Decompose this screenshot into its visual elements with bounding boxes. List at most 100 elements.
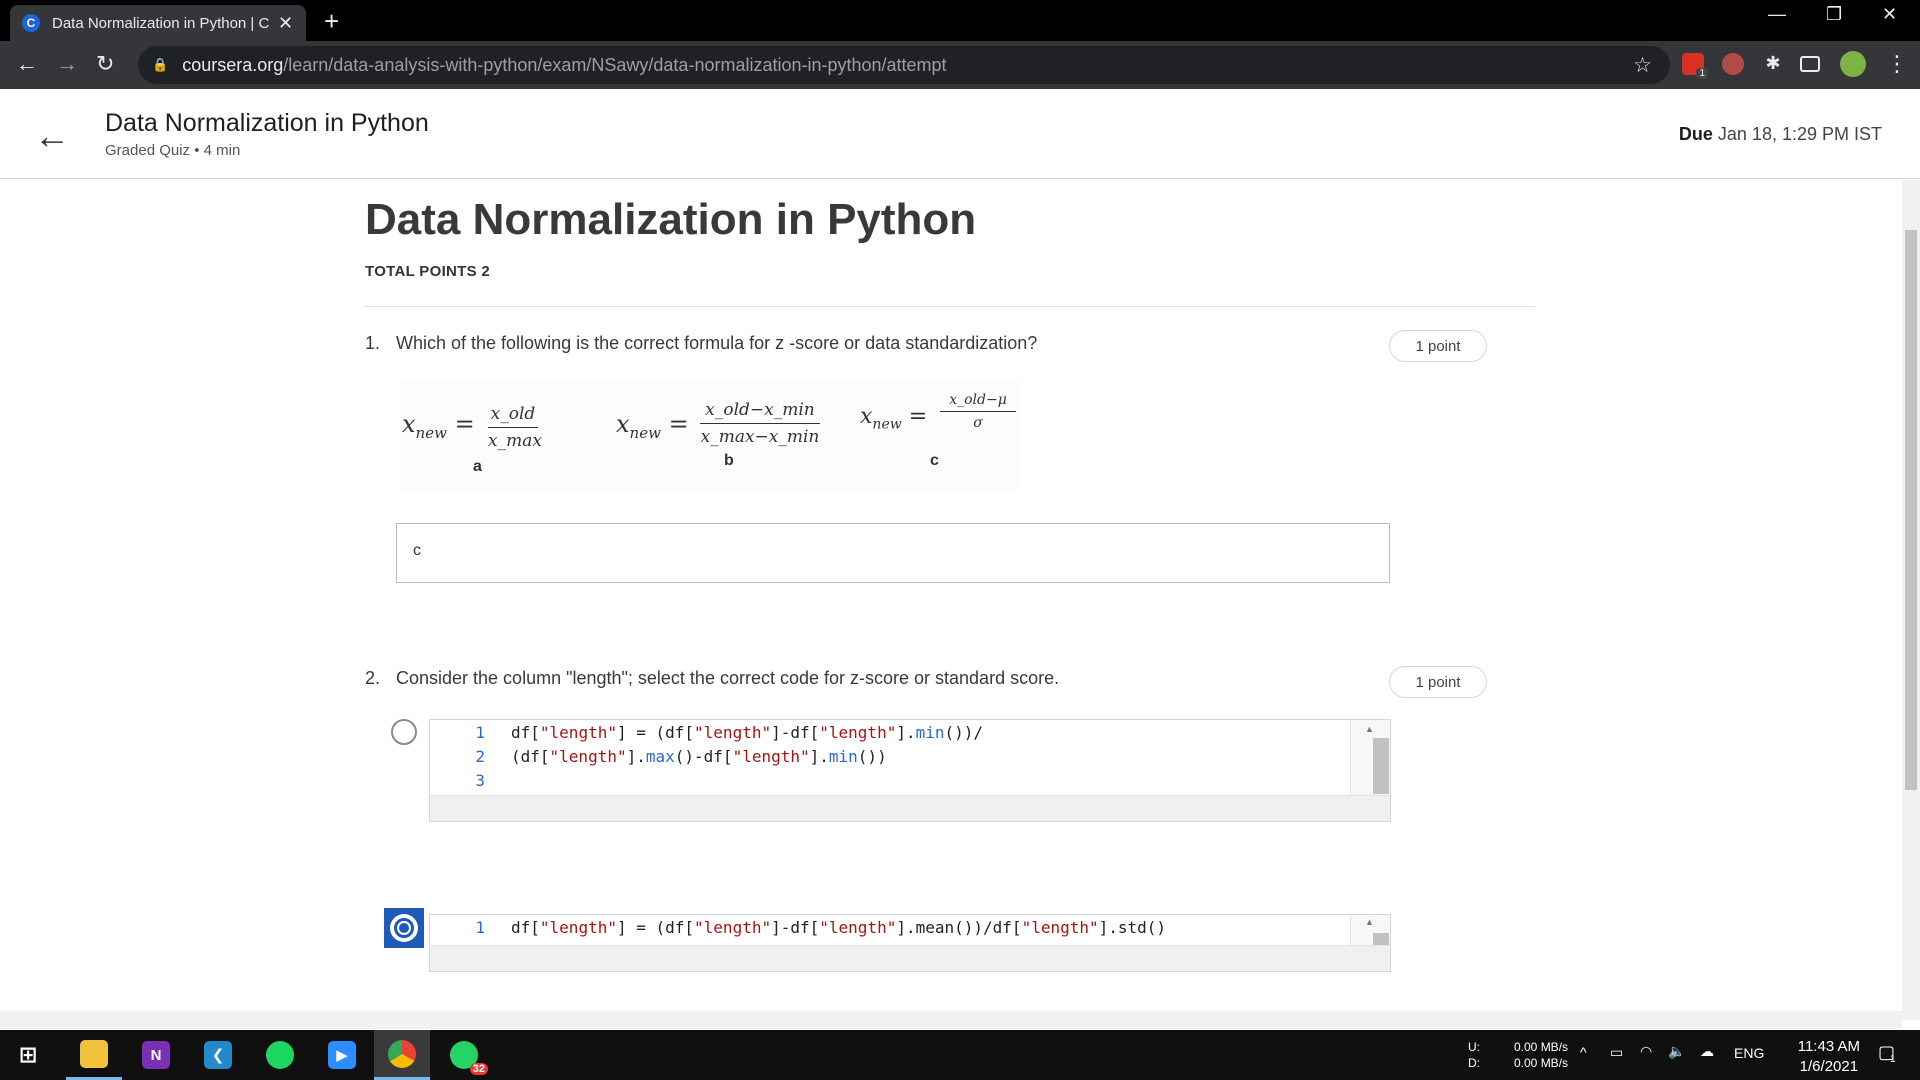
- zoom-icon: ▶: [328, 1041, 356, 1069]
- profile-avatar[interactable]: [1840, 51, 1866, 77]
- forward-icon[interactable]: →: [56, 51, 78, 77]
- header-subtitle: Graded Quiz • 4 min: [105, 142, 241, 159]
- notification-icon[interactable]: ▢ 1: [1878, 1042, 1896, 1065]
- header-title: Data Normalization in Python: [105, 109, 429, 137]
- volume-icon[interactable]: 🔈: [1668, 1043, 1685, 1060]
- address-bar[interactable]: 🔒 coursera.org/learn/data-analysis-with-…: [138, 46, 1670, 84]
- formula-b-label: b: [724, 452, 734, 469]
- due-date: Due Jan 18, 1:29 PM IST: [1679, 124, 1882, 145]
- tray-chevron-icon[interactable]: ^: [1580, 1044, 1587, 1060]
- question-1-text: Which of the following is the correct fo…: [396, 333, 1038, 353]
- option-1-radio[interactable]: [391, 719, 417, 745]
- whatsapp-icon: 32: [450, 1041, 488, 1075]
- formula-b-fraction: x_old−x_min x_max−x_min: [700, 400, 820, 447]
- extensions-puzzle-icon[interactable]: ✱: [1762, 53, 1784, 75]
- option-1-code-scrollbar[interactable]: ▲ ▼: [1350, 720, 1390, 815]
- option-2-radio[interactable]: [384, 908, 424, 948]
- extension-badge: 1: [1696, 68, 1708, 79]
- browser-tab[interactable]: C Data Normalization in Python | C ✕: [10, 5, 306, 41]
- formula-c-fraction: x_old−μ σ: [940, 392, 1016, 431]
- page-horizontal-scrollbar[interactable]: [0, 1011, 1902, 1029]
- net-label: U: D:: [1468, 1040, 1480, 1070]
- code-line: 3: [475, 770, 485, 790]
- url-path: /learn/data-analysis-with-python/exam/NS…: [283, 54, 947, 75]
- question-2-number: 2.: [365, 668, 381, 688]
- close-tab-icon[interactable]: ✕: [278, 13, 293, 34]
- formula-b-lhs: xnew =: [616, 410, 689, 442]
- bookmark-star-icon[interactable]: ☆: [1633, 53, 1652, 78]
- restore-window-icon[interactable]: ❐: [1826, 4, 1842, 25]
- formula-a-lhs: xnew =: [402, 410, 475, 442]
- formula-image: xnew = x_old x_max a xnew = x_old−x_min x_…: [400, 380, 1020, 490]
- taskbar-zoom[interactable]: ▶: [314, 1030, 370, 1080]
- taskbar-vscode[interactable]: ❮: [190, 1030, 246, 1080]
- option-2-code-lines: 1 df["length"] = (df["length"]-df["length…: [430, 915, 1350, 939]
- total-points: TOTAL POINTS 2: [365, 263, 491, 280]
- taskbar-clock[interactable]: 11:43 AM 1/6/2021: [1798, 1037, 1860, 1077]
- option-2-code-editor[interactable]: 1 df["length"] = (df["length"]-df["length…: [429, 914, 1391, 972]
- formula-a-fraction: x_old x_max: [488, 404, 542, 451]
- net-down: 0.00 MB/s: [1514, 1056, 1569, 1070]
- option-1-code-editor[interactable]: 1 df["length"] = (df["length"]-df["length…: [429, 719, 1391, 822]
- close-window-icon[interactable]: ✕: [1882, 4, 1897, 25]
- tab-title: Data Normalization in Python | C: [52, 14, 270, 32]
- option-2-code-footer: [430, 945, 1390, 971]
- browser-menu-icon[interactable]: ⋮: [1886, 51, 1908, 77]
- start-button[interactable]: ⊞: [0, 1030, 56, 1080]
- back-icon[interactable]: ←: [16, 51, 38, 77]
- divider: [365, 306, 1535, 307]
- taskbar-whatsapp[interactable]: 32: [436, 1030, 492, 1080]
- formula-c-label: c: [930, 452, 939, 469]
- coursera-favicon-icon: C: [22, 14, 40, 32]
- code-line: 1 df["length"] = (df["length"]-df["length…: [475, 917, 1167, 937]
- net-up: 0.00 MB/s: [1514, 1040, 1569, 1054]
- option-2-code-scrollbar[interactable]: ▲: [1350, 915, 1390, 947]
- code-line: 1 df["length"] = (df["length"]-df["length…: [475, 722, 984, 742]
- taskbar-onenote[interactable]: N: [128, 1030, 184, 1080]
- spotify-icon: [266, 1041, 294, 1069]
- language-indicator[interactable]: ENG: [1734, 1045, 1764, 1061]
- option-1-code-lines: 1 df["length"] = (df["length"]-df["length…: [430, 720, 1350, 792]
- due-label: Due: [1678, 124, 1713, 144]
- answer-text-input[interactable]: c: [396, 523, 1390, 583]
- taskbar-file-explorer[interactable]: [66, 1030, 122, 1080]
- due-value: Jan 18, 1:29 PM IST: [1717, 124, 1882, 144]
- code-line: 2 (df["length"].max()-df["length"].min()): [475, 746, 887, 766]
- browser-tab-bar: C Data Normalization in Python | C ✕ + —…: [0, 0, 1920, 41]
- option-1-code-footer: [430, 795, 1390, 821]
- question-1-number: 1.: [365, 333, 381, 353]
- page-vertical-scrollbar[interactable]: [1902, 180, 1920, 1020]
- windows-taskbar: ⊞ N ❮ ▶ 32 U: D: 0.00 MB/s 0.00 MB/s ^ ▭ …: [0, 1030, 1920, 1080]
- cast-icon[interactable]: [1800, 56, 1820, 72]
- reload-icon[interactable]: ↻: [96, 51, 114, 77]
- question-2-text: Consider the column "length"; select the…: [396, 668, 1060, 688]
- taskbar-chrome[interactable]: [374, 1030, 430, 1080]
- notification-count: 1: [1890, 1054, 1896, 1065]
- formula-c-lhs: xnew =: [860, 404, 928, 433]
- wifi-icon[interactable]: ◠: [1640, 1043, 1652, 1060]
- back-arrow-icon[interactable]: ←: [34, 115, 70, 157]
- net-speed: 0.00 MB/s 0.00 MB/s: [1514, 1039, 1568, 1071]
- minimize-window-icon[interactable]: —: [1768, 4, 1786, 25]
- windows-logo-icon: ⊞: [18, 1042, 38, 1067]
- whatsapp-badge: 32: [469, 1063, 488, 1075]
- extension-circle-icon[interactable]: [1722, 53, 1744, 75]
- formula-a-label: a: [473, 458, 482, 475]
- onenote-icon: N: [142, 1041, 170, 1069]
- url-host: coursera.org: [182, 54, 284, 75]
- battery-icon[interactable]: ▭: [1610, 1044, 1623, 1061]
- quiz-title: Data Normalization in Python: [365, 195, 977, 244]
- browser-toolbar: ← → ↻ 🔒 coursera.org/learn/data-analysis…: [0, 41, 1920, 89]
- lock-icon: 🔒: [152, 57, 169, 72]
- clock-time: 11:43 AM: [1797, 1038, 1860, 1055]
- clock-date: 1/6/2021: [1799, 1058, 1859, 1075]
- onedrive-icon[interactable]: ☁: [1700, 1043, 1714, 1060]
- vscode-icon: ❮: [204, 1041, 232, 1069]
- taskbar-spotify[interactable]: [252, 1030, 308, 1080]
- quiz-content: Data Normalization in Python TOTAL POINT…: [0, 180, 1902, 1020]
- chrome-icon: [388, 1039, 416, 1068]
- question-2-points: 1 point: [1389, 666, 1487, 698]
- new-tab-button[interactable]: +: [324, 6, 339, 37]
- extension-red-icon[interactable]: 1: [1682, 53, 1708, 79]
- question-1-points: 1 point: [1389, 330, 1487, 362]
